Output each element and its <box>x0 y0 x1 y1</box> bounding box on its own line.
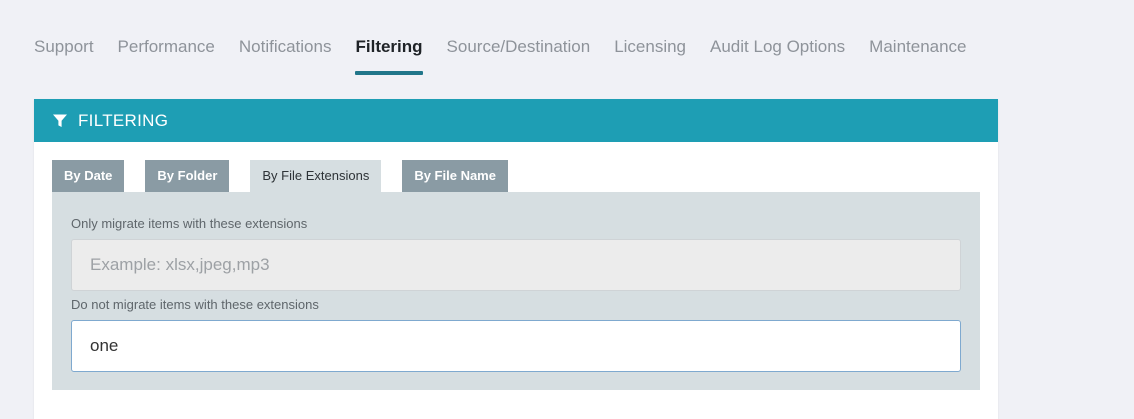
exclude-extensions-input[interactable] <box>71 320 961 372</box>
tab-support[interactable]: Support <box>34 0 94 56</box>
subtab-by-file-name[interactable]: By File Name <box>402 160 508 192</box>
tab-source-destination[interactable]: Source/Destination <box>447 0 591 56</box>
subtab-by-file-extensions[interactable]: By File Extensions <box>250 160 382 192</box>
tab-maintenance[interactable]: Maintenance <box>869 0 966 56</box>
filtering-card: FILTERING By Date By Folder By File Exte… <box>34 99 998 419</box>
include-extensions-input[interactable] <box>71 239 961 291</box>
tab-notifications[interactable]: Notifications <box>239 0 332 56</box>
tab-filtering[interactable]: Filtering <box>355 0 423 75</box>
include-extensions-label: Only migrate items with these extensions <box>71 216 308 231</box>
card-header: FILTERING <box>34 99 998 142</box>
card-title: FILTERING <box>78 110 169 130</box>
exclude-extensions-label: Do not migrate items with these extensio… <box>71 297 319 312</box>
settings-nav: Support Performance Notifications Filter… <box>34 0 991 76</box>
filter-icon <box>52 113 68 129</box>
extensions-panel: Only migrate items with these extensions… <box>52 192 980 390</box>
tab-licensing[interactable]: Licensing <box>614 0 686 56</box>
tab-audit-log-options[interactable]: Audit Log Options <box>710 0 845 56</box>
subtab-by-date[interactable]: By Date <box>52 160 125 192</box>
tab-performance[interactable]: Performance <box>118 0 215 56</box>
subtab-by-folder[interactable]: By Folder <box>145 160 230 192</box>
filter-type-tabs: By Date By Folder By File Extensions By … <box>52 160 529 192</box>
